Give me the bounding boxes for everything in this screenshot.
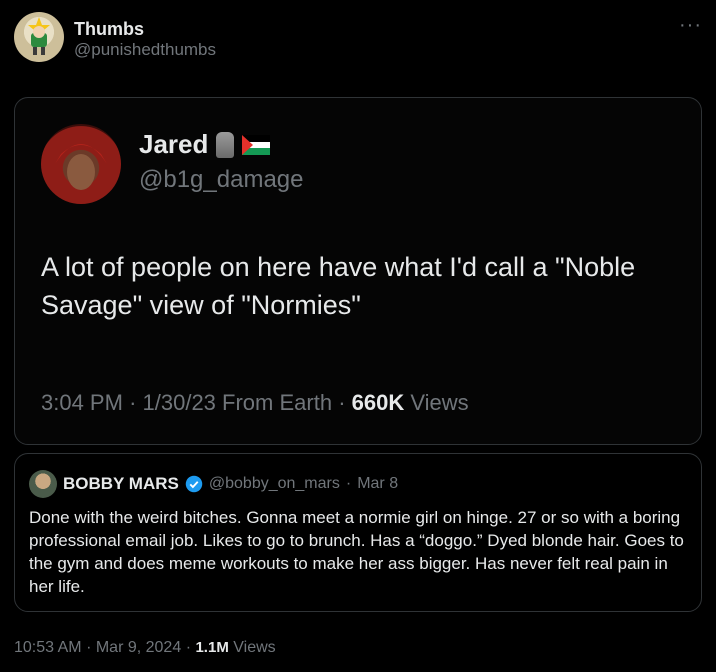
post-time[interactable]: 10:53 AM [14, 639, 82, 656]
quoted-tweet-views-label: Views [410, 390, 469, 415]
more-options-icon[interactable]: ··· [679, 14, 702, 37]
quoted-tweet-source: From Earth [222, 390, 333, 415]
quoted-author-name-row: Jared [139, 129, 271, 160]
post-views-label: Views [233, 639, 276, 656]
quoted-tweet-screenshot[interactable]: Jared @b1g_damage A lot of people on her… [14, 97, 702, 445]
post-views-count: 1.1M [195, 639, 229, 656]
quoted-tweet-text: A lot of people on here have what I'd ca… [41, 252, 636, 320]
moai-emoji-icon [216, 131, 235, 158]
avatar-portrait-icon [55, 144, 107, 190]
quoted-post-text: Done with the weird bitches. Gonna meet … [29, 508, 684, 596]
quoted-author-name: Jared [139, 129, 209, 159]
palestine-flag-icon [242, 134, 271, 155]
post-meta: 10:53 AM · Mar 9, 2024 · 1.1M Views [14, 639, 276, 657]
quoted-tweet-views-count: 660K [351, 390, 405, 415]
quoted-post-avatar[interactable] [29, 470, 57, 498]
quoted-tweet-date: 1/30/23 [142, 390, 216, 415]
quoted-post-card[interactable]: BOBBY MARS @bobby_on_mars · Mar 8 Done w… [14, 453, 702, 612]
quoted-author-handle: @b1g_damage [139, 166, 304, 193]
quoted-post-header: BOBBY MARS @bobby_on_mars · Mar 8 [29, 470, 398, 498]
meta-separator: · [185, 639, 196, 656]
post-header: Thumbs @punishedthumbs [14, 12, 216, 62]
verified-badge-icon [185, 475, 203, 493]
quoted-post-date[interactable]: Mar 8 [357, 475, 398, 493]
meta-separator: · [86, 639, 96, 656]
quoted-tweet-meta: 3:04 PM · 1/30/23 From Earth · 660K View… [41, 390, 469, 416]
meta-separator: · [345, 475, 352, 492]
quoted-post-author-name[interactable]: BOBBY MARS [63, 474, 179, 494]
author-avatar[interactable] [14, 12, 64, 62]
author-name[interactable]: Thumbs [74, 19, 216, 39]
post-date[interactable]: Mar 9, 2024 [96, 639, 181, 656]
quoted-post-author-handle[interactable]: @bobby_on_mars [209, 475, 340, 493]
meta-separator: · [338, 390, 352, 415]
meta-separator: · [129, 390, 143, 415]
author-handle[interactable]: @punishedthumbs [74, 39, 216, 61]
quoted-avatar [41, 124, 121, 204]
quoted-tweet-time: 3:04 PM [41, 390, 123, 415]
avatar-character-icon [28, 17, 50, 55]
